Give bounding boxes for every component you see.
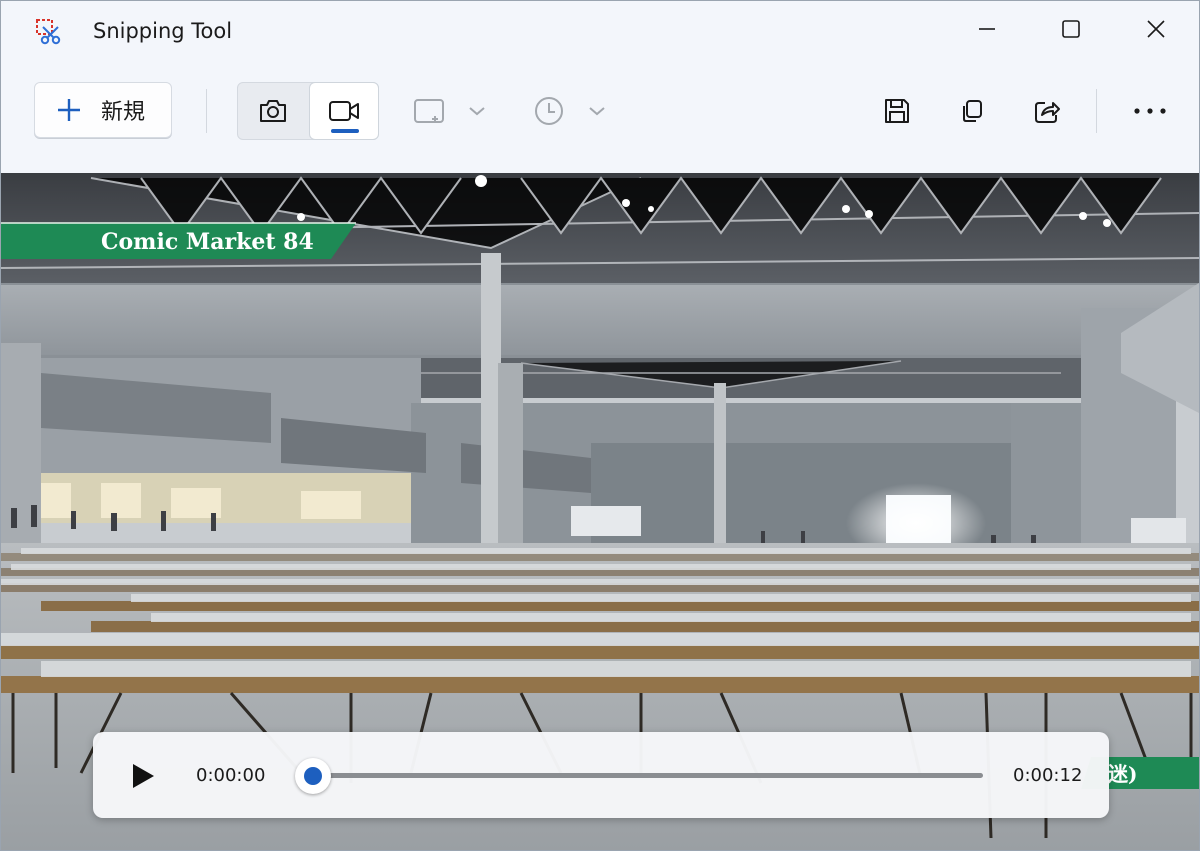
total-time: 0:00:12	[1013, 765, 1083, 786]
toolbar-divider	[1096, 89, 1097, 133]
play-icon	[133, 764, 154, 788]
screenshot-mode-button[interactable]	[238, 83, 308, 139]
new-button-label: 新規	[101, 100, 146, 125]
video-mode-button[interactable]	[309, 82, 379, 140]
maximize-button[interactable]	[1041, 9, 1101, 49]
more-options-button[interactable]	[1126, 87, 1174, 135]
seek-thumb-dot	[304, 767, 322, 785]
rectangle-snip-icon	[414, 99, 444, 123]
minimize-icon	[979, 28, 995, 30]
video-caption: Comic Market 84	[101, 229, 314, 255]
toolbar: 新規	[1, 61, 1199, 161]
chevron-down-icon	[589, 107, 605, 116]
app-title: Snipping Tool	[93, 19, 233, 43]
copy-button[interactable]	[948, 87, 996, 135]
maximize-icon	[1062, 20, 1080, 38]
video-camera-icon	[329, 101, 359, 121]
title-bar: Snipping Tool	[1, 1, 1199, 61]
minimize-button[interactable]	[957, 9, 1017, 49]
camera-icon	[260, 100, 286, 122]
play-button[interactable]	[123, 756, 163, 796]
save-icon	[885, 99, 909, 123]
video-caption-partial: 迷)	[1107, 762, 1137, 786]
share-button[interactable]	[1023, 87, 1071, 135]
snipping-tool-icon	[36, 19, 61, 45]
seek-thumb[interactable]	[295, 758, 331, 794]
toolbar-divider	[206, 89, 207, 133]
seek-bar[interactable]	[313, 773, 983, 778]
delay-dropdown[interactable]	[533, 89, 609, 133]
snipping-tool-window: Snipping Tool 新規 Comic Market 84 迷) 0:00…	[0, 0, 1200, 851]
clock-icon	[535, 97, 563, 125]
close-icon	[1147, 20, 1165, 38]
capture-area-dropdown[interactable]	[413, 89, 489, 133]
new-button[interactable]: 新規	[34, 82, 172, 138]
capture-mode-group	[237, 82, 379, 140]
current-time: 0:00:00	[196, 765, 266, 786]
active-mode-indicator	[331, 129, 359, 133]
save-button[interactable]	[873, 87, 921, 135]
plus-icon	[58, 99, 80, 121]
chevron-down-icon	[469, 107, 485, 116]
media-player-controls: 0:00:00 0:00:12	[93, 732, 1109, 818]
share-icon	[1035, 102, 1060, 123]
close-button[interactable]	[1126, 9, 1186, 49]
more-icon	[1134, 108, 1166, 114]
copy-icon	[963, 100, 982, 122]
